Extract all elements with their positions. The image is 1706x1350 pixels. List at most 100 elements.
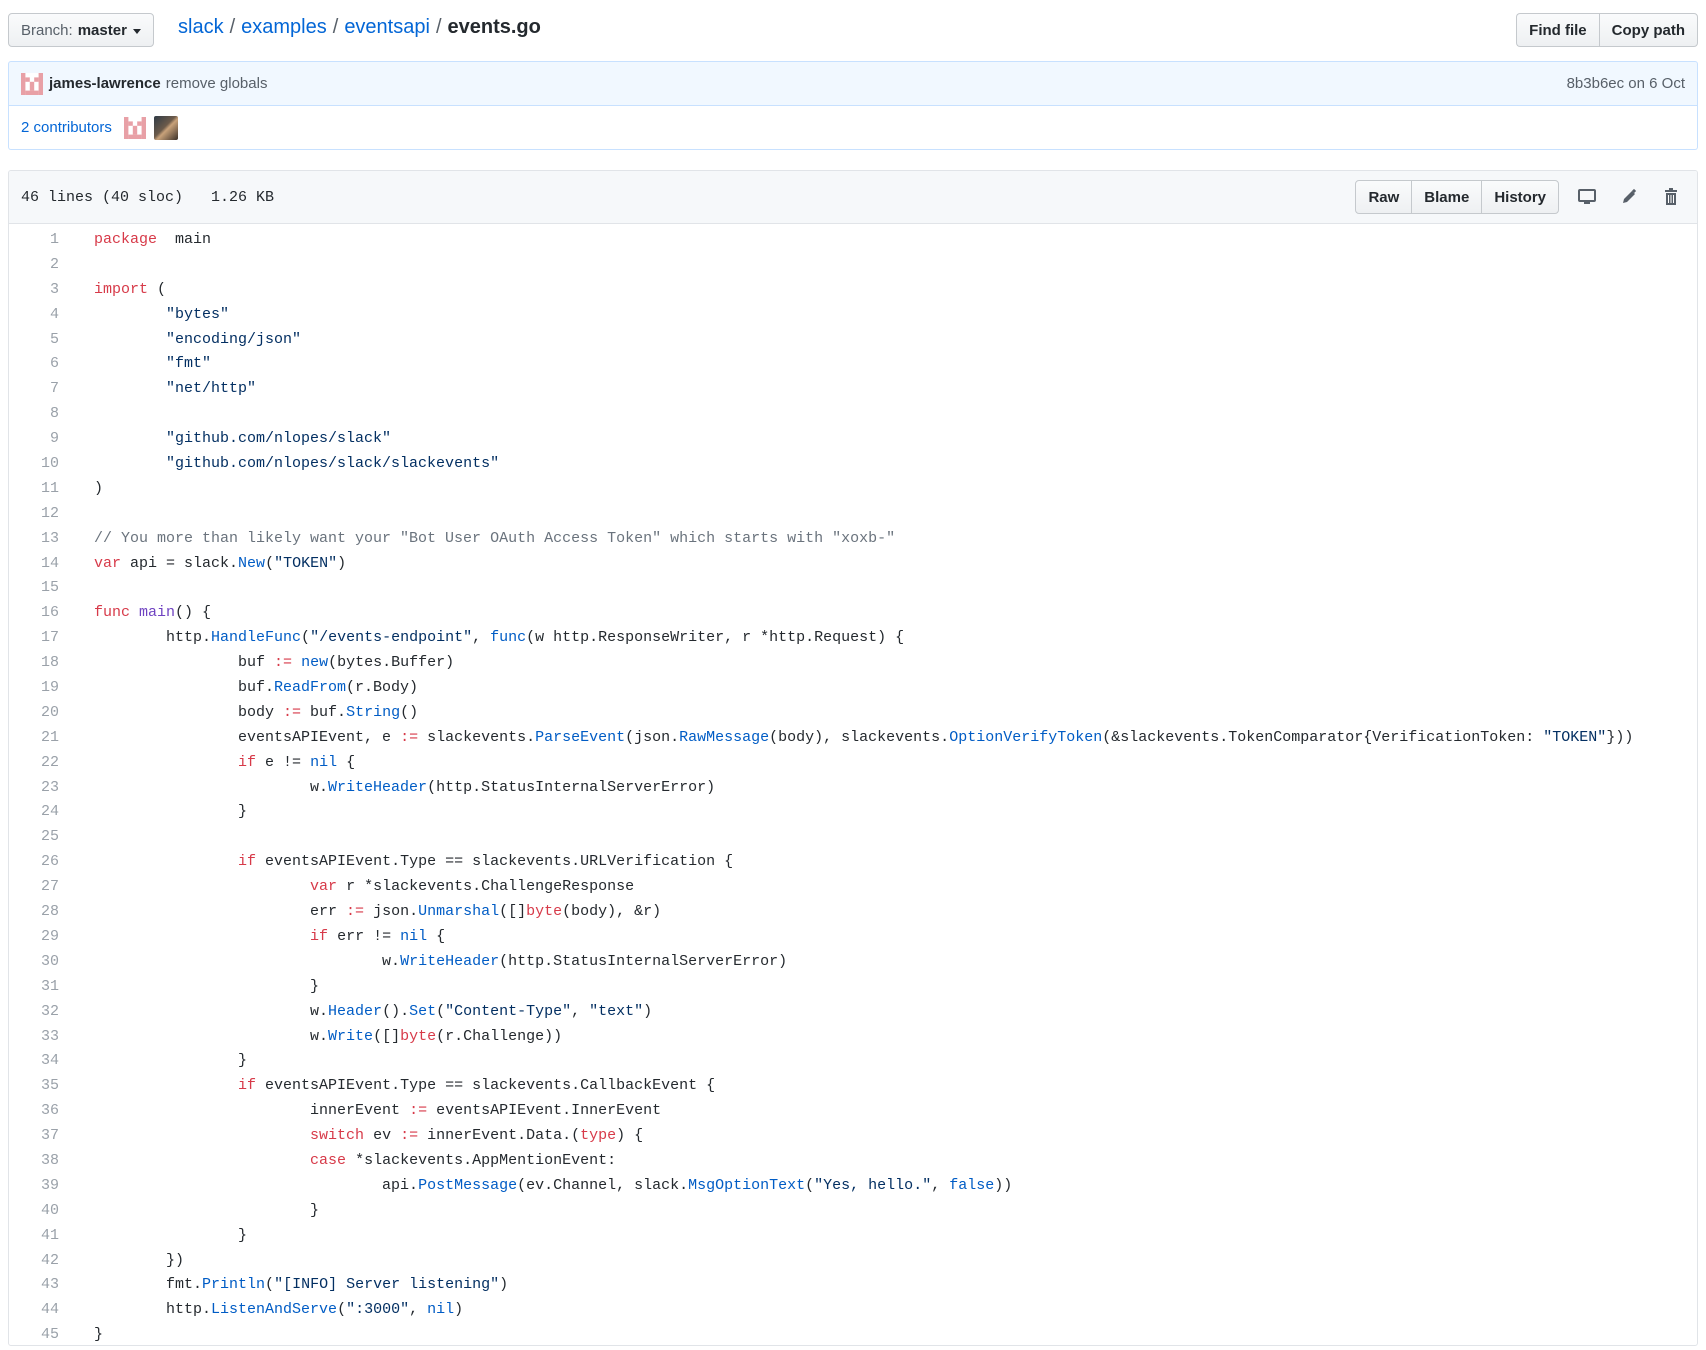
line-number[interactable]: 35: [9, 1074, 59, 1099]
line-number[interactable]: 32: [9, 1000, 59, 1025]
raw-button[interactable]: Raw: [1355, 180, 1413, 214]
line-number[interactable]: 27: [9, 875, 59, 900]
branch-select-button[interactable]: Branch: master: [8, 13, 154, 47]
code-text: err := json.Unmarshal([]byte(body), &r): [94, 903, 662, 921]
contributor-avatar[interactable]: [153, 115, 178, 140]
contributor-avatar[interactable]: [123, 116, 146, 139]
line-number[interactable]: 26: [9, 850, 59, 875]
code-line: 30 w.WriteHeader(http.StatusInternalServ…: [9, 950, 1697, 975]
line-number[interactable]: 19: [9, 676, 59, 701]
line-number[interactable]: 9: [9, 427, 59, 452]
line-number[interactable]: 18: [9, 651, 59, 676]
line-number[interactable]: 39: [9, 1174, 59, 1199]
line-number[interactable]: 29: [9, 925, 59, 950]
code-line: 28 err := json.Unmarshal([]byte(body), &…: [9, 900, 1697, 925]
breadcrumb-filename: events.go: [447, 16, 541, 38]
line-number[interactable]: 33: [9, 1025, 59, 1050]
contributors-link[interactable]: 2 contributors: [21, 119, 112, 136]
branch-value: master: [77, 21, 127, 39]
line-number[interactable]: 14: [9, 552, 59, 577]
desktop-icon[interactable]: [1573, 183, 1601, 211]
code-line: 15: [9, 576, 1697, 601]
line-number[interactable]: 40: [9, 1199, 59, 1224]
line-number[interactable]: 41: [9, 1224, 59, 1249]
code-text: }: [94, 1226, 248, 1244]
contributors-bar: 2 contributors: [8, 106, 1698, 150]
code-text: ): [94, 479, 104, 497]
line-number[interactable]: 44: [9, 1298, 59, 1323]
line-number[interactable]: 15: [9, 576, 59, 601]
code-text: var r *slackevents.ChallengeResponse: [310, 878, 635, 896]
author-avatar[interactable]: [21, 72, 43, 95]
breadcrumb-repo-link[interactable]: slack: [178, 16, 224, 38]
line-number[interactable]: 4: [9, 303, 59, 328]
trash-icon[interactable]: [1657, 183, 1685, 211]
line-number[interactable]: 10: [9, 452, 59, 477]
line-number[interactable]: 17: [9, 626, 59, 651]
line-number[interactable]: 13: [9, 527, 59, 552]
line-number[interactable]: 42: [9, 1249, 59, 1274]
line-number[interactable]: 38: [9, 1149, 59, 1174]
code-line: 21 eventsAPIEvent, e := slackevents.Pars…: [9, 726, 1697, 751]
line-number[interactable]: 37: [9, 1124, 59, 1149]
code-text: }: [94, 1052, 248, 1070]
code-line: 43 fmt.Println("[INFO] Server listening"…: [9, 1273, 1697, 1298]
breadcrumb-separator: /: [229, 16, 236, 38]
code-text: buf.ReadFrom(r.Body): [94, 679, 419, 697]
line-number[interactable]: 6: [9, 352, 59, 377]
line-number[interactable]: 28: [9, 900, 59, 925]
line-number[interactable]: 8: [9, 402, 59, 427]
code-listing: 1 package main 2 3 import (4 "bytes" 5 "encod…: [9, 224, 1697, 1345]
line-number[interactable]: 30: [9, 950, 59, 975]
line-number[interactable]: 24: [9, 800, 59, 825]
history-button[interactable]: History: [1481, 180, 1559, 214]
line-number[interactable]: 22: [9, 751, 59, 776]
line-number[interactable]: 12: [9, 502, 59, 527]
breadcrumb: slack / examples / eventsapi / events.go: [178, 16, 541, 39]
code-text: eventsAPIEvent, e := slackevents.ParseEv…: [94, 728, 1634, 746]
commit-message-link[interactable]: remove globals: [166, 75, 268, 92]
line-number[interactable]: 36: [9, 1099, 59, 1124]
code-line: 6 "fmt": [9, 352, 1697, 377]
line-number[interactable]: 5: [9, 328, 59, 353]
code-text: }: [94, 803, 248, 821]
pencil-icon[interactable]: [1615, 183, 1643, 211]
line-number[interactable]: 25: [9, 825, 59, 850]
copy-path-button[interactable]: Copy path: [1598, 13, 1698, 47]
blame-button[interactable]: Blame: [1411, 180, 1483, 214]
code-text: buf := new(bytes.Buffer): [94, 654, 455, 672]
code-line: 36 innerEvent := eventsAPIEvent.InnerEve…: [9, 1099, 1697, 1124]
line-number[interactable]: 2: [9, 253, 59, 278]
line-number[interactable]: 1: [9, 228, 59, 253]
code-text: import (: [94, 280, 167, 298]
code-line: 39 api.PostMessage(ev.Channel, slack.Msg…: [9, 1174, 1697, 1199]
breadcrumb-examples-link[interactable]: examples: [241, 16, 327, 38]
breadcrumb-eventsapi-link[interactable]: eventsapi: [344, 16, 430, 38]
line-number[interactable]: 11: [9, 477, 59, 502]
line-number[interactable]: 34: [9, 1049, 59, 1074]
commit-sha-date[interactable]: 8b3b6ec on 6 Oct: [1567, 75, 1685, 92]
code-text: w.Header().Set("Content-Type", "text"): [94, 1002, 653, 1020]
code-line: 34 }: [9, 1049, 1697, 1074]
code-text: http.HandleFunc("/events-endpoint", func…: [94, 629, 905, 647]
code-line: 41 }: [9, 1224, 1697, 1249]
code-text: w.Write([]byte(r.Challenge)): [94, 1027, 563, 1045]
line-number[interactable]: 43: [9, 1273, 59, 1298]
line-number[interactable]: 16: [9, 601, 59, 626]
line-number[interactable]: 45: [9, 1323, 59, 1345]
line-number[interactable]: 31: [9, 975, 59, 1000]
find-file-button[interactable]: Find file: [1516, 13, 1599, 47]
line-number[interactable]: 23: [9, 776, 59, 801]
code-text: fmt.Println("[INFO] Server listening"): [94, 1276, 509, 1294]
code-line: 9 "github.com/nlopes/slack": [9, 427, 1697, 452]
code-line: 40 }: [9, 1199, 1697, 1224]
line-number[interactable]: 7: [9, 377, 59, 402]
commit-author-link[interactable]: james-lawrence: [49, 75, 161, 92]
line-number[interactable]: 3: [9, 278, 59, 303]
code-line: 16 func main() {: [9, 601, 1697, 626]
line-number[interactable]: 20: [9, 701, 59, 726]
line-number[interactable]: 21: [9, 726, 59, 751]
